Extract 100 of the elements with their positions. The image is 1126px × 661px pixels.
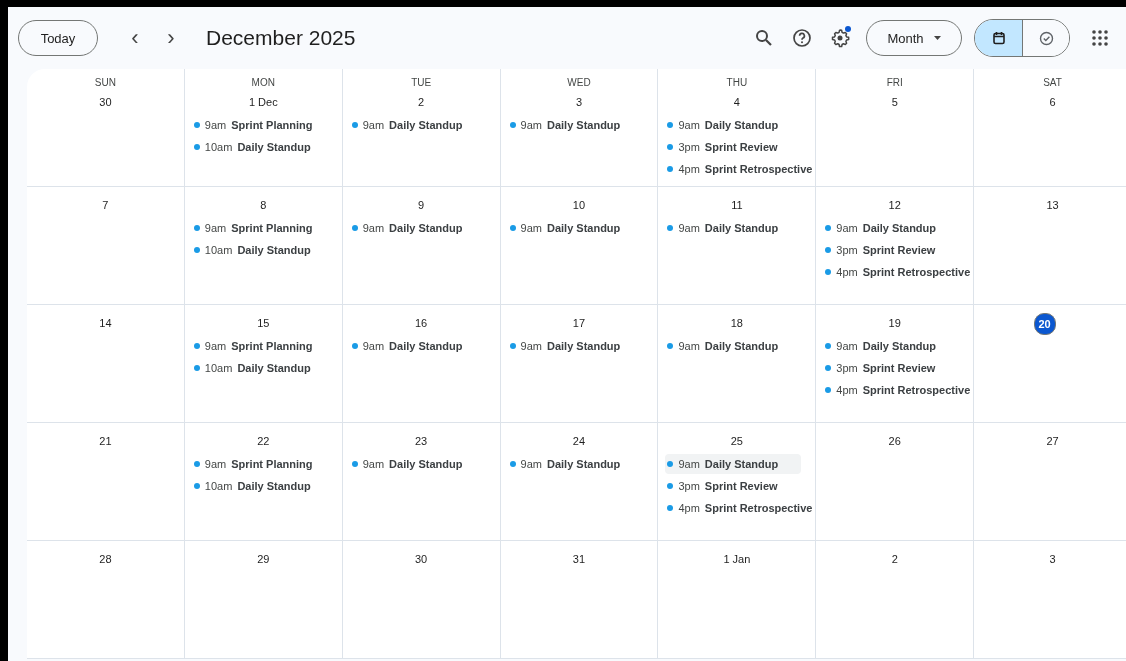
previous-button[interactable]: ‹ <box>120 23 150 53</box>
calendar-event[interactable]: 4pm Sprint Retrospective <box>665 159 810 179</box>
event-title: Sprint Review <box>862 362 936 374</box>
calendar-event[interactable]: 9am Daily Standup <box>349 115 494 135</box>
calendar-event[interactable]: 9am Sprint Planning <box>191 336 336 356</box>
weekday-label: THU <box>726 77 748 88</box>
event-title: Daily Standup <box>704 119 779 131</box>
day-number[interactable]: 1 Jan <box>717 549 757 569</box>
day-number[interactable]: 9 <box>412 195 431 215</box>
event-title: Daily Standup <box>389 119 463 131</box>
event-title: Sprint Planning <box>231 222 313 234</box>
day-number[interactable]: 30 <box>409 549 434 569</box>
day-number[interactable]: 30 <box>93 92 118 112</box>
day-number[interactable]: 20 <box>1033 313 1056 335</box>
calendar-event[interactable]: 4pm Sprint Retrospective <box>665 498 810 518</box>
event-time: 9am <box>520 458 542 470</box>
day-number[interactable]: 3 <box>1043 549 1062 569</box>
weekday-label: FRI <box>886 77 903 88</box>
event-title: Daily Standup <box>704 340 779 352</box>
calendar-event[interactable]: 3pm Sprint Review <box>665 476 810 496</box>
event-title: Daily Standup <box>389 458 463 470</box>
event-time: 4pm <box>678 502 700 514</box>
day-number[interactable]: 31 <box>566 549 592 569</box>
day-number[interactable]: 12 <box>882 195 907 215</box>
event-title: Daily Standup <box>389 222 463 234</box>
calendar-event[interactable]: 9am Sprint Planning <box>191 218 336 238</box>
day-number[interactable]: 19 <box>882 313 907 333</box>
day-number[interactable]: 2 <box>885 549 904 569</box>
event-title: Sprint Retrospective <box>862 384 971 396</box>
day-number[interactable]: 28 <box>93 549 118 569</box>
day-number[interactable]: 26 <box>882 431 907 451</box>
calendar-event[interactable]: 3pm Sprint Review <box>823 240 968 260</box>
tasks-view-toggle[interactable] <box>1022 20 1069 56</box>
day-number[interactable]: 25 <box>724 431 749 451</box>
calendar-event[interactable]: 4pm Sprint Retrospective <box>823 262 968 282</box>
day-number[interactable]: 29 <box>251 549 276 569</box>
calendar-event[interactable]: 9am Daily Standup <box>665 115 810 135</box>
calendar-event[interactable]: 4pm Sprint Retrospective <box>823 380 968 400</box>
day-number[interactable]: 10 <box>566 195 592 215</box>
event-time: 9am <box>204 119 227 131</box>
day-number[interactable]: 2 <box>412 92 431 112</box>
calendar-event[interactable]: 9am Daily Standup <box>349 454 494 474</box>
event-title: Daily Standup <box>237 244 311 256</box>
day-number[interactable]: 3 <box>569 92 589 112</box>
calendar-event[interactable]: 9am Daily Standup <box>665 454 802 474</box>
calendar-event[interactable]: 10am Daily Standup <box>191 476 336 496</box>
next-button[interactable]: › <box>156 23 186 53</box>
day-number[interactable]: 15 <box>251 313 276 333</box>
month-title: December 2025 <box>206 26 357 50</box>
day-number[interactable]: 27 <box>1040 431 1065 451</box>
calendar-event[interactable]: 9am Daily Standup <box>349 218 494 238</box>
event-time: 3pm <box>836 362 858 374</box>
day-number[interactable]: 5 <box>885 92 904 112</box>
caret-icon <box>933 36 941 40</box>
check-circle-icon <box>1038 30 1054 46</box>
day-number[interactable]: 16 <box>409 313 434 333</box>
day-number[interactable]: 24 <box>566 431 592 451</box>
day-number[interactable]: 8 <box>254 195 273 215</box>
event-time: 10am <box>204 362 233 374</box>
today-button[interactable]: Today <box>18 20 98 56</box>
calendar-event[interactable]: 9am Sprint Planning <box>191 454 336 474</box>
day-number[interactable]: 14 <box>93 313 118 333</box>
calendar-event[interactable]: 3pm Sprint Review <box>665 137 810 157</box>
day-number[interactable]: 13 <box>1040 195 1065 215</box>
calendar-event[interactable]: 9am Daily Standup <box>823 336 968 356</box>
calendar-event[interactable]: 9am Daily Standup <box>507 115 652 135</box>
day-number[interactable]: 18 <box>724 313 749 333</box>
view-dropdown[interactable]: Month <box>866 20 962 56</box>
event-title: Daily Standup <box>237 141 311 153</box>
calendar-event[interactable]: 9am Daily Standup <box>665 336 810 356</box>
calendar-event[interactable]: 9am Daily Standup <box>665 218 810 238</box>
calendar-event[interactable]: 3pm Sprint Review <box>823 358 968 378</box>
day-number[interactable]: 11 <box>725 195 749 215</box>
day-number[interactable]: 4 <box>727 92 746 112</box>
event-title: Daily Standup <box>704 222 779 234</box>
calendar-event[interactable]: 10am Daily Standup <box>191 137 336 157</box>
event-time: 9am <box>362 340 385 352</box>
calendar-event[interactable]: 10am Daily Standup <box>191 240 336 260</box>
calendar-event[interactable]: 9am Daily Standup <box>349 336 494 356</box>
event-time: 9am <box>678 222 700 234</box>
event-time: 3pm <box>836 244 858 256</box>
event-time: 9am <box>836 222 858 234</box>
event-time: 9am <box>520 222 542 234</box>
calendar-view-toggle[interactable] <box>975 20 1022 56</box>
day-number[interactable]: 23 <box>409 431 434 451</box>
calendar-event[interactable]: 9am Daily Standup <box>507 454 652 474</box>
search-icon <box>755 29 773 47</box>
event-title: Sprint Planning <box>231 340 313 352</box>
day-number[interactable]: 7 <box>96 195 115 215</box>
day-number[interactable]: 1 Dec <box>242 92 284 112</box>
day-number[interactable]: 22 <box>251 431 276 451</box>
calendar-event[interactable]: 9am Sprint Planning <box>191 115 336 135</box>
calendar-event[interactable]: 9am Daily Standup <box>507 336 652 356</box>
calendar-event[interactable]: 10am Daily Standup <box>191 358 336 378</box>
day-number[interactable]: 6 <box>1043 92 1062 112</box>
day-number[interactable]: 21 <box>93 431 118 451</box>
event-time: 4pm <box>836 266 858 278</box>
day-number[interactable]: 17 <box>566 313 592 333</box>
calendar-event[interactable]: 9am Daily Standup <box>823 218 968 238</box>
calendar-event[interactable]: 9am Daily Standup <box>507 218 652 238</box>
